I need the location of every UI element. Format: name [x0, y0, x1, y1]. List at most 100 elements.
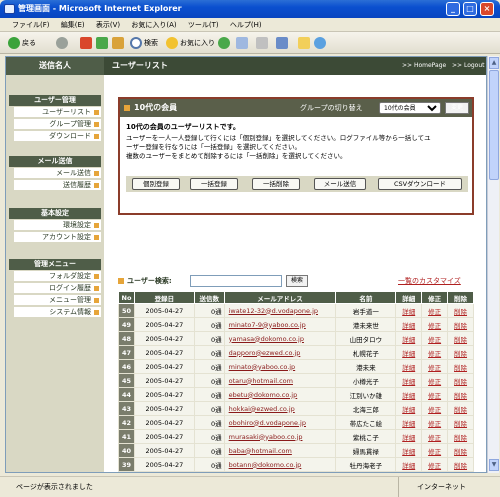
detail-link[interactable]: 詳細: [395, 373, 423, 388]
delete-link[interactable]: 削除: [447, 373, 474, 388]
edit-link[interactable]: 修正: [421, 331, 449, 346]
email-link[interactable]: dapporo@ezwed.co.jp: [223, 345, 337, 360]
edit-link[interactable]: 修正: [421, 471, 449, 472]
bulk-delete-button[interactable]: 一括削除: [252, 178, 300, 190]
sidebar-item-env[interactable]: 環境設定: [14, 220, 101, 231]
detail-link[interactable]: 詳細: [395, 331, 423, 346]
history-button[interactable]: [218, 36, 232, 50]
detail-link[interactable]: 詳細: [395, 401, 423, 416]
edit-button[interactable]: [276, 36, 290, 50]
home-button[interactable]: [112, 36, 126, 50]
menu-favorites[interactable]: お気に入り(A): [131, 21, 176, 29]
customize-list-link[interactable]: 一覧のカスタマイズ: [398, 274, 461, 288]
detail-link[interactable]: 詳細: [395, 415, 423, 430]
delete-link[interactable]: 削除: [447, 359, 474, 374]
edit-link[interactable]: 修正: [421, 303, 449, 318]
email-link[interactable]: baba@hotmail.com: [223, 443, 337, 458]
messenger-button[interactable]: [314, 36, 328, 50]
edit-link[interactable]: 修正: [421, 429, 449, 444]
delete-link[interactable]: 削除: [447, 401, 474, 416]
sidebar-item-send[interactable]: メール送信: [14, 168, 101, 179]
sidebar-item-group[interactable]: グループ管理: [14, 119, 101, 130]
delete-link[interactable]: 削除: [447, 317, 474, 332]
csv-download-button[interactable]: CSVダウンロード: [378, 178, 462, 190]
sidebar-item-menu[interactable]: メニュー管理: [14, 295, 101, 306]
minimize-button[interactable]: _: [446, 2, 460, 16]
detail-link[interactable]: 詳細: [395, 471, 423, 472]
sidebar-item-userlist[interactable]: ユーザーリスト: [14, 107, 101, 118]
edit-link[interactable]: 修正: [421, 401, 449, 416]
send-mail-button[interactable]: メール送信: [314, 178, 366, 190]
homepage-link[interactable]: >> HomePage: [402, 62, 446, 69]
edit-link[interactable]: 修正: [421, 387, 449, 402]
edit-link[interactable]: 修正: [421, 359, 449, 374]
email-link[interactable]: obohiro@d.vodapone.jp: [223, 415, 337, 430]
email-link[interactable]: datuma@ezwed.co.jp: [223, 471, 337, 472]
delete-link[interactable]: 削除: [447, 429, 474, 444]
email-link[interactable]: botann@dokomo.co.jp: [223, 457, 337, 472]
sidebar-item-sysinfo[interactable]: システム情報: [14, 307, 101, 318]
search-submit-button[interactable]: 検索: [286, 275, 308, 287]
email-link[interactable]: ebetu@dokomo.co.jp: [223, 387, 337, 402]
delete-link[interactable]: 削除: [447, 471, 474, 472]
email-link[interactable]: iwate12-32@d.vodapone.jp: [223, 303, 337, 318]
menu-edit[interactable]: 編集(E): [61, 21, 85, 29]
stop-button[interactable]: [80, 36, 94, 50]
delete-link[interactable]: 削除: [447, 415, 474, 430]
sidebar-item-history[interactable]: 送信履歴: [14, 180, 101, 191]
refresh-button[interactable]: [96, 36, 110, 50]
menu-view[interactable]: 表示(V): [96, 21, 120, 29]
edit-link[interactable]: 修正: [421, 443, 449, 458]
scroll-up-icon[interactable]: ▲: [489, 57, 499, 69]
delete-link[interactable]: 削除: [447, 331, 474, 346]
email-link[interactable]: minato7-9@yaboo.co.jp: [223, 317, 337, 332]
back-button[interactable]: 戻る: [8, 36, 36, 50]
edit-link[interactable]: 修正: [421, 415, 449, 430]
menu-help[interactable]: ヘルプ(H): [230, 21, 262, 29]
delete-link[interactable]: 削除: [447, 457, 474, 472]
detail-link[interactable]: 詳細: [395, 457, 423, 472]
bulk-register-button[interactable]: 一括登録: [190, 178, 238, 190]
sidebar-item-login-history[interactable]: ログイン履歴: [14, 283, 101, 294]
delete-link[interactable]: 削除: [447, 443, 474, 458]
detail-link[interactable]: 詳細: [395, 317, 423, 332]
maximize-button[interactable]: □: [463, 2, 477, 16]
delete-link[interactable]: 削除: [447, 303, 474, 318]
folder-button[interactable]: [298, 36, 312, 50]
search-button[interactable]: 検索: [130, 36, 158, 50]
scroll-down-icon[interactable]: ▼: [489, 459, 499, 471]
email-link[interactable]: otaru@hotmail.com: [223, 373, 337, 388]
sidebar-item-account[interactable]: アカウント設定: [14, 232, 101, 243]
detail-link[interactable]: 詳細: [395, 303, 423, 318]
mail-button[interactable]: [236, 36, 250, 50]
edit-link[interactable]: 修正: [421, 457, 449, 472]
edit-link[interactable]: 修正: [421, 373, 449, 388]
group-select[interactable]: 10代の会員: [379, 102, 441, 114]
detail-link[interactable]: 詳細: [395, 429, 423, 444]
detail-link[interactable]: 詳細: [395, 345, 423, 360]
forward-button[interactable]: [56, 36, 70, 50]
delete-link[interactable]: 削除: [447, 345, 474, 360]
detail-link[interactable]: 詳細: [395, 359, 423, 374]
edit-link[interactable]: 修正: [421, 345, 449, 360]
detail-link[interactable]: 詳細: [395, 387, 423, 402]
individual-register-button[interactable]: 個別登録: [132, 178, 180, 190]
logout-link[interactable]: >> Logout: [452, 62, 485, 69]
change-button[interactable]: 変更: [445, 102, 469, 114]
menu-tools[interactable]: ツール(T): [188, 21, 219, 29]
email-link[interactable]: murasaki@yaboo.co.jp: [223, 429, 337, 444]
detail-link[interactable]: 詳細: [395, 443, 423, 458]
sidebar-item-folder[interactable]: フォルダ設定: [14, 271, 101, 282]
print-button[interactable]: [256, 36, 270, 50]
favorites-button[interactable]: お気に入り: [166, 36, 215, 50]
email-link[interactable]: minato@yaboo.co.jp: [223, 359, 337, 374]
email-link[interactable]: hokkai@ezwed.co.jp: [223, 401, 337, 416]
search-input[interactable]: [190, 275, 282, 287]
sidebar-item-download[interactable]: ダウンロード: [14, 131, 101, 142]
close-button[interactable]: ×: [480, 2, 494, 16]
vertical-scrollbar[interactable]: ▲ ▼: [487, 56, 499, 473]
scroll-thumb[interactable]: [489, 70, 499, 180]
delete-link[interactable]: 削除: [447, 387, 474, 402]
menu-file[interactable]: ファイル(F): [12, 21, 50, 29]
edit-link[interactable]: 修正: [421, 317, 449, 332]
